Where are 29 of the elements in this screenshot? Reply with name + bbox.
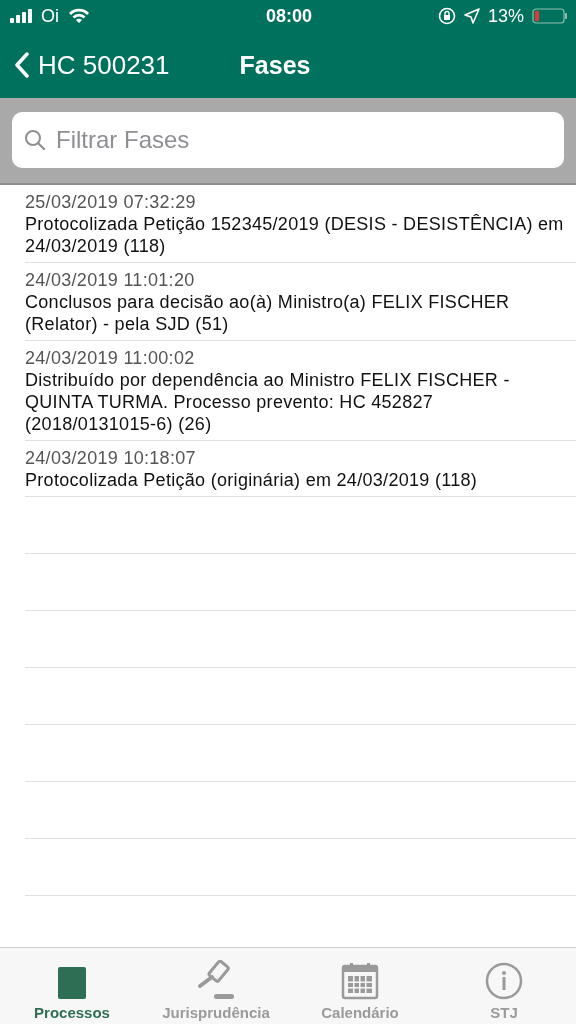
status-time: 08:00	[265, 5, 312, 27]
phase-row[interactable]: 24/03/2019 11:01:20 Conclusos para decisão ao(à) Ministro(a) FELIX FISCHER (Relator) - pela SJD (51)	[25, 263, 576, 341]
search-icon	[24, 129, 46, 151]
phase-datetime: 24/03/2019 10:18:07	[25, 447, 197, 469]
phase-datetime: 24/03/2019 11:01:20	[25, 269, 196, 291]
screen-title: Fases	[239, 50, 311, 80]
phase-row[interactable]: 25/03/2019 07:32:29 Protocolizada Petição 152345/2019 (DESIS - DESISTÊNCIA) em 24/03/2019 (118)	[25, 185, 576, 263]
phase-datetime: 24/03/2019 11:00:02	[25, 347, 196, 369]
chevron-left-icon	[14, 52, 30, 78]
tab-item[interactable]: Processos	[0, 948, 144, 1024]
phase-description: Distribuído por dependência ao Ministro FELIX FISCHER - QUINTA TURMA. Processo prevento: HC 452827 (2018/0131015-6) (26)	[25, 369, 511, 435]
phase-row[interactable]: 24/03/2019 11:00:02 Distribuído por dependência ao Ministro FELIX FISCHER - QUINTA TURMA. Processo prevento: HC 452827 (2018/0131015-6) (26)	[25, 341, 576, 441]
square-icon	[57, 966, 87, 1000]
back-button[interactable]: HC 500231	[14, 49, 170, 81]
location-arrow-icon	[463, 8, 480, 24]
search-field[interactable]: Filtrar Fases	[12, 112, 564, 168]
battery-percent: 13%	[487, 5, 524, 27]
rotation-lock-icon	[437, 7, 456, 25]
phase-description: Conclusos para decisão ao(à) Ministro(a) FELIX FISCHER (Relator) - pela SJD (51)	[25, 291, 511, 335]
wifi-icon	[68, 8, 90, 24]
phase-description: Protocolizada Petição 152345/2019 (DESIS - DESISTÊNCIA) em 24/03/2019 (118)	[25, 213, 565, 257]
phase-description: Protocolizada Petição (originária) em 24/03/2019 (118)	[25, 469, 479, 491]
phase-datetime: 25/03/2019 07:32:29	[25, 191, 197, 213]
carrier-name: Oi	[41, 5, 59, 27]
phase-row[interactable]: 24/03/2019 10:18:07 Protocolizada Petição (originária) em 24/03/2019 (118)	[25, 441, 576, 497]
calendar-icon	[341, 962, 379, 1000]
info-icon	[485, 962, 523, 1000]
battery-icon	[532, 8, 568, 24]
gavel-icon	[196, 960, 236, 1000]
